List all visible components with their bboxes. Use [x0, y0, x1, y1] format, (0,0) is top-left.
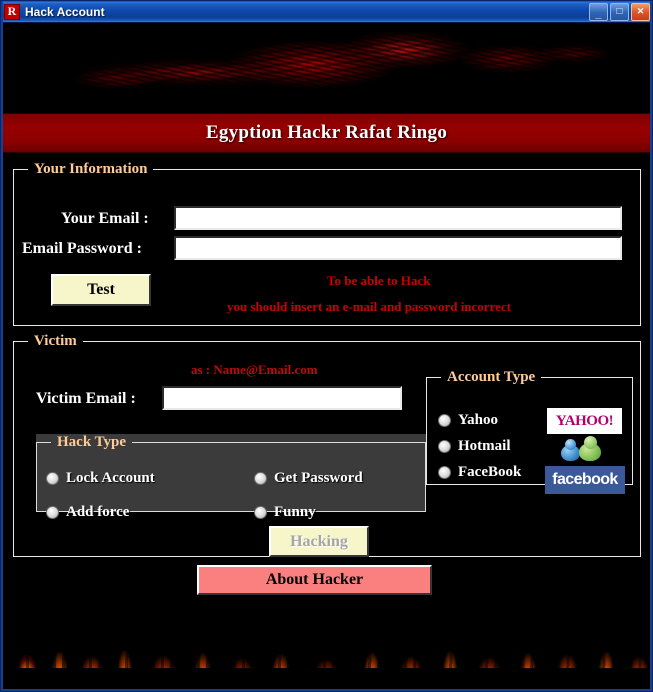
facebook-logo-text: facebook	[552, 471, 618, 488]
close-icon[interactable]: ✕	[631, 2, 650, 21]
hack-account-window: R Hack Account _ □ ✕ Egyption Hackr Rafa…	[0, 0, 653, 692]
radio-icon[interactable]	[254, 506, 267, 519]
hack-type-option-label: Add force	[66, 504, 130, 520]
account-type-option-label: Yahoo	[458, 412, 499, 428]
hack-type-group: Hack Type Lock Account Get Password Add …	[36, 434, 426, 520]
account-type-group: Account Type Yahoo Hotmail FaceBook YAHO…	[426, 369, 633, 494]
victim-email-hint: as : Name@Email.com	[191, 362, 318, 377]
minimize-icon[interactable]: _	[589, 2, 608, 21]
app-r-icon: R	[4, 3, 20, 20]
account-type-option-label: FaceBook	[458, 464, 522, 480]
warning-line-2: you should insert an e-mail and password…	[227, 299, 511, 314]
radio-icon[interactable]	[438, 466, 451, 479]
about-hacker-button[interactable]: About Hacker	[197, 565, 432, 595]
banner-graphic	[1, 23, 652, 113]
warning-line-1: To be able to Hack	[327, 273, 431, 288]
email-password-label: Email Password :	[22, 240, 142, 257]
radio-icon[interactable]	[46, 472, 59, 485]
test-button[interactable]: Test	[51, 274, 151, 306]
facebook-logo: facebook	[545, 466, 625, 494]
victim-email-input[interactable]	[162, 386, 402, 410]
radio-icon[interactable]	[438, 440, 451, 453]
hack-type-option-funny[interactable]: Funny	[254, 504, 316, 521]
account-type-option-yahoo[interactable]: Yahoo	[438, 412, 498, 429]
radio-icon[interactable]	[438, 414, 451, 427]
your-email-label: Your Email :	[61, 210, 149, 227]
window-controls: _ □ ✕	[589, 2, 650, 21]
your-information-group: Your Information Your Email : Email Pass…	[13, 161, 641, 326]
radio-icon[interactable]	[46, 506, 59, 519]
hack-type-option-label: Get Password	[274, 470, 363, 486]
account-type-option-label: Hotmail	[458, 438, 511, 454]
account-type-option-facebook[interactable]: FaceBook	[438, 464, 521, 481]
hack-type-option-add-force[interactable]: Add force	[46, 504, 129, 521]
msn-person-blue-icon	[561, 439, 580, 461]
maximize-icon[interactable]: □	[610, 2, 629, 21]
main-content: Your Information Your Email : Email Pass…	[1, 153, 652, 668]
msn-messenger-logo	[559, 436, 607, 464]
victim-legend: Victim	[34, 333, 77, 349]
your-email-input[interactable]	[174, 206, 622, 230]
victim-email-label: Victim Email :	[36, 390, 136, 407]
your-information-legend: Your Information	[34, 161, 148, 177]
msn-person-green-icon	[579, 436, 601, 461]
title-bar: R Hack Account _ □ ✕	[1, 1, 652, 23]
account-type-option-hotmail[interactable]: Hotmail	[438, 438, 511, 455]
hack-type-legend: Hack Type	[57, 434, 127, 450]
banner-headline-band: Egyption Hackr Rafat Ringo	[1, 113, 652, 153]
hack-type-option-label: Lock Account	[66, 470, 155, 486]
hack-type-panel: Hack Type Lock Account Get Password Add …	[36, 434, 426, 520]
window-title: Hack Account	[25, 4, 105, 19]
hacking-button[interactable]: Hacking	[269, 526, 369, 557]
hack-type-option-get-password[interactable]: Get Password	[254, 470, 363, 487]
flames-graphic	[1, 606, 652, 668]
email-password-input[interactable]	[174, 236, 622, 260]
yahoo-logo-text: YAHOO!	[555, 412, 614, 429]
radio-icon[interactable]	[254, 472, 267, 485]
red-skull-smoke-art	[1, 23, 652, 113]
account-type-legend: Account Type	[447, 369, 536, 385]
banner-headline: Egyption Hackr Rafat Ringo	[205, 122, 448, 143]
hack-type-option-label: Funny	[274, 504, 316, 520]
victim-group: Victim as : Name@Email.com Victim Email …	[13, 333, 641, 557]
yahoo-logo: YAHOO!	[547, 408, 622, 434]
hack-type-option-lock-account[interactable]: Lock Account	[46, 470, 155, 487]
